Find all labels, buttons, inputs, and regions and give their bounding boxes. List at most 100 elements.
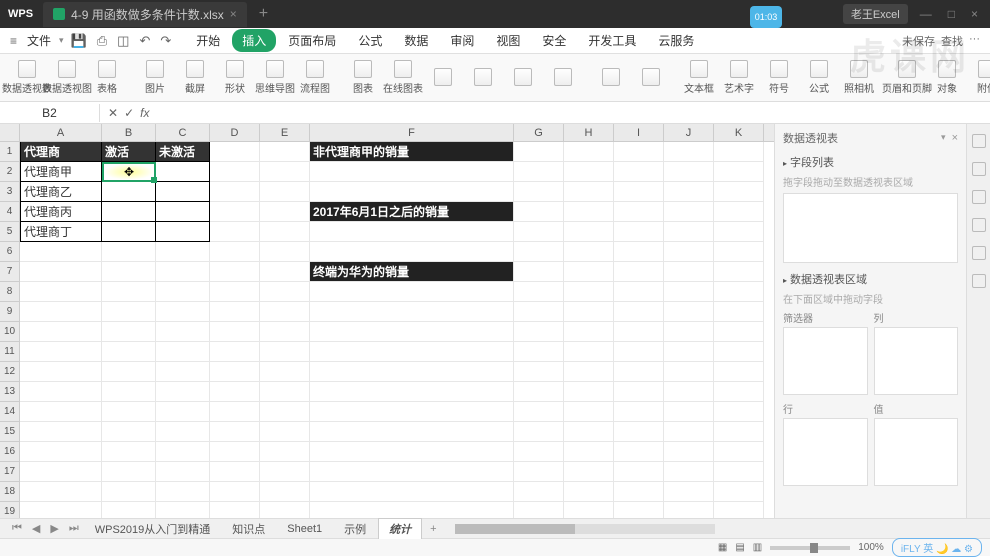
cell[interactable]	[514, 262, 564, 282]
cell[interactable]	[210, 322, 260, 342]
cell[interactable]: 代理商	[20, 142, 102, 162]
select-all-corner[interactable]	[0, 124, 20, 141]
field-list-box[interactable]	[783, 193, 958, 263]
cell[interactable]	[664, 482, 714, 502]
cell[interactable]	[156, 402, 210, 422]
cell[interactable]	[156, 362, 210, 382]
cell[interactable]	[156, 502, 210, 518]
close-tab-icon[interactable]: ×	[230, 7, 237, 21]
col-header-B[interactable]: B	[102, 124, 156, 141]
cell[interactable]	[664, 362, 714, 382]
cell[interactable]	[614, 262, 664, 282]
cell[interactable]	[664, 222, 714, 242]
cell[interactable]	[260, 182, 310, 202]
cell[interactable]	[664, 162, 714, 182]
cell[interactable]	[20, 422, 102, 442]
cell[interactable]	[310, 302, 514, 322]
cell[interactable]: 代理商甲	[20, 162, 102, 182]
tab-security[interactable]: 安全	[532, 29, 576, 52]
cell[interactable]	[664, 282, 714, 302]
zoom-level[interactable]: 100%	[858, 542, 884, 553]
cell[interactable]	[210, 142, 260, 162]
cell[interactable]	[564, 362, 614, 382]
cell[interactable]	[564, 502, 614, 518]
col-header-I[interactable]: I	[614, 124, 664, 141]
ribbon-table[interactable]: 表格	[88, 60, 126, 95]
cell[interactable]	[102, 222, 156, 242]
cell[interactable]	[664, 142, 714, 162]
cell[interactable]	[614, 482, 664, 502]
view-normal-icon[interactable]: ▦	[718, 542, 727, 553]
cell[interactable]	[260, 482, 310, 502]
cell[interactable]	[514, 202, 564, 222]
col-header-H[interactable]: H	[564, 124, 614, 141]
tab-insert[interactable]: 插入	[232, 29, 276, 52]
cell[interactable]	[564, 422, 614, 442]
cell[interactable]	[20, 282, 102, 302]
ribbon-chart[interactable]: 图表	[344, 60, 382, 95]
ribbon-wordart[interactable]: 艺术字	[720, 60, 758, 95]
row-header[interactable]: 8	[0, 282, 20, 302]
cell[interactable]	[20, 342, 102, 362]
row-header[interactable]: 10	[0, 322, 20, 342]
cell[interactable]	[260, 442, 310, 462]
cell[interactable]: 终端为华为的销量	[310, 262, 514, 282]
cell[interactable]	[614, 242, 664, 262]
cell[interactable]	[514, 462, 564, 482]
col-header-K[interactable]: K	[714, 124, 764, 141]
cell[interactable]	[714, 402, 764, 422]
sheet-tab-4[interactable]: 统计	[378, 518, 422, 539]
cell[interactable]	[102, 182, 156, 202]
col-header-G[interactable]: G	[514, 124, 564, 141]
cell[interactable]	[714, 502, 764, 518]
area-cols-box[interactable]	[874, 327, 959, 395]
sheet-nav-next[interactable]: ▶	[46, 522, 62, 535]
cell[interactable]	[614, 282, 664, 302]
cell[interactable]	[714, 442, 764, 462]
cell[interactable]	[514, 362, 564, 382]
preview-icon[interactable]: ◫	[114, 33, 132, 49]
cell[interactable]	[210, 222, 260, 242]
cell[interactable]	[564, 462, 614, 482]
cell[interactable]	[664, 302, 714, 322]
cell[interactable]: 代理商乙	[20, 182, 102, 202]
cell[interactable]	[210, 302, 260, 322]
cell[interactable]	[260, 202, 310, 222]
cell[interactable]	[714, 142, 764, 162]
view-break-icon[interactable]: ▥	[753, 542, 762, 553]
cell[interactable]	[210, 462, 260, 482]
cell[interactable]	[514, 442, 564, 462]
cell[interactable]	[210, 162, 260, 182]
row-header[interactable]: 18	[0, 482, 20, 502]
name-box[interactable]: B2	[0, 104, 100, 122]
row-header[interactable]: 12	[0, 362, 20, 382]
cell[interactable]	[20, 262, 102, 282]
cell[interactable]	[514, 382, 564, 402]
cell[interactable]	[310, 402, 514, 422]
redo-icon[interactable]: ↷	[157, 33, 174, 49]
cell[interactable]	[714, 362, 764, 382]
cell[interactable]	[156, 262, 210, 282]
ribbon-slicer2[interactable]	[632, 68, 670, 88]
area-rows-box[interactable]	[783, 418, 868, 486]
sheet-nav-prev[interactable]: ◀	[28, 522, 44, 535]
col-header-A[interactable]: A	[20, 124, 102, 141]
cell[interactable]	[564, 182, 614, 202]
cell[interactable]	[260, 262, 310, 282]
cell[interactable]	[156, 222, 210, 242]
cell[interactable]	[210, 422, 260, 442]
cell[interactable]	[210, 382, 260, 402]
cell[interactable]	[310, 482, 514, 502]
cell[interactable]	[564, 342, 614, 362]
cell[interactable]	[310, 462, 514, 482]
rtool-select-icon[interactable]	[972, 134, 986, 148]
cell[interactable]	[310, 502, 514, 518]
row-header[interactable]: 17	[0, 462, 20, 482]
cell[interactable]	[664, 502, 714, 518]
cell[interactable]	[310, 442, 514, 462]
cell[interactable]	[714, 242, 764, 262]
cell[interactable]	[614, 462, 664, 482]
ribbon-spark1[interactable]	[424, 68, 462, 88]
cell[interactable]	[20, 462, 102, 482]
col-header-D[interactable]: D	[210, 124, 260, 141]
